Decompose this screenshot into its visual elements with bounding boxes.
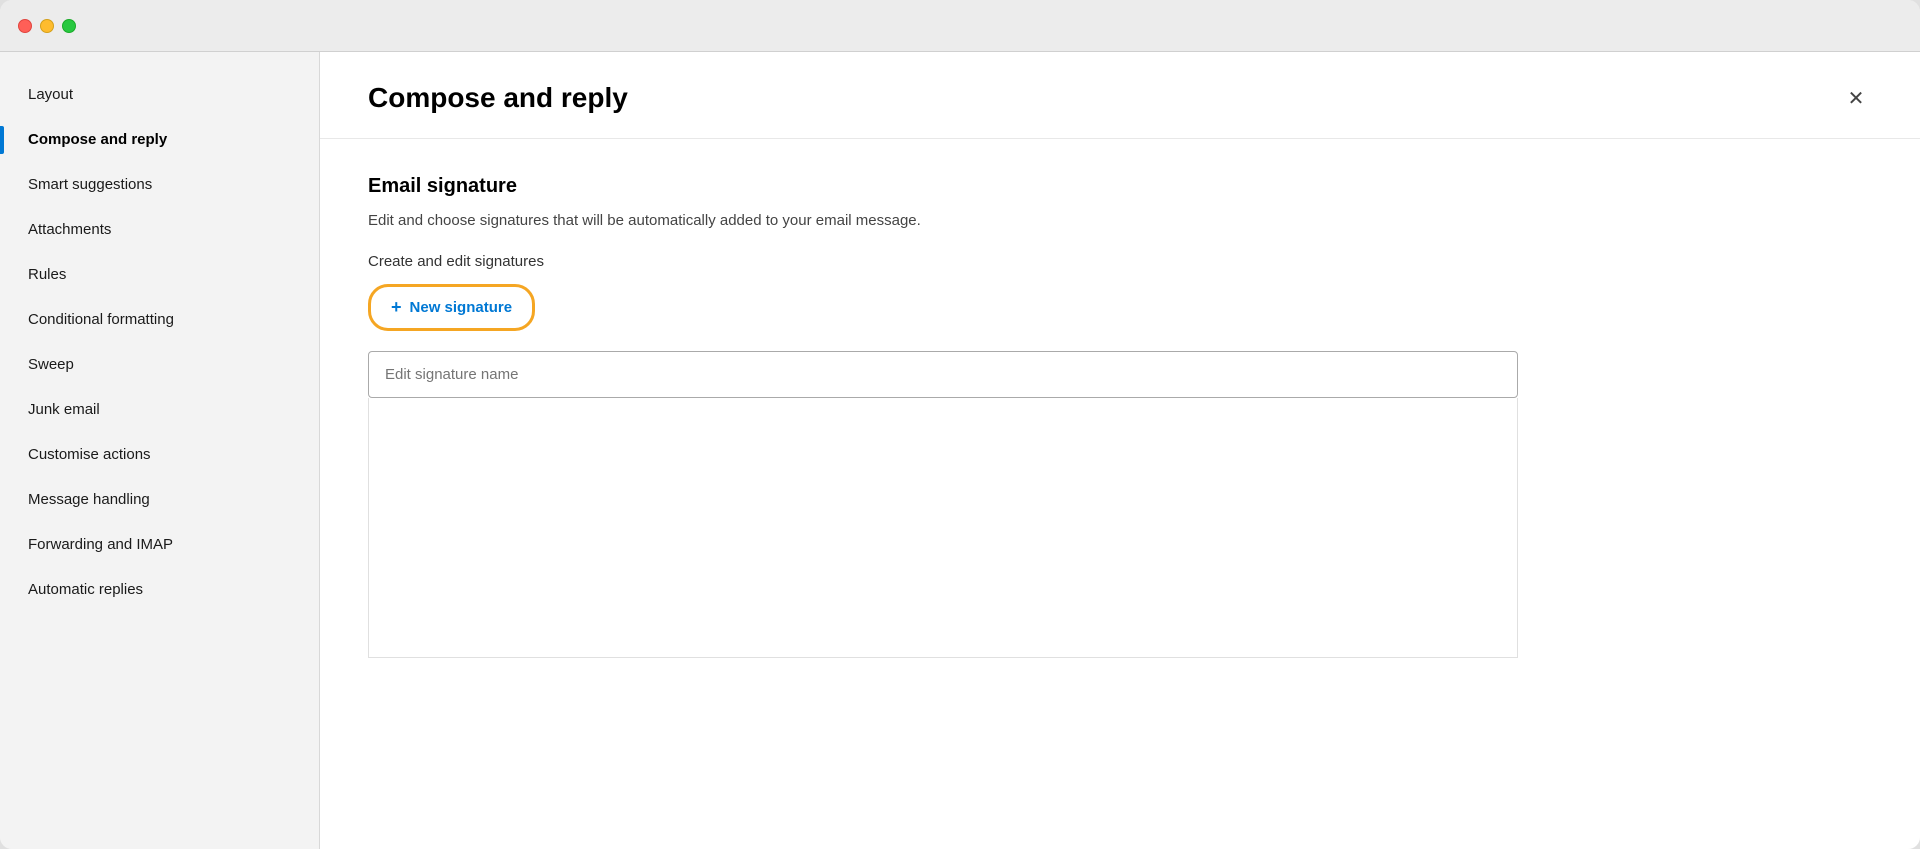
content-area: Email signature Edit and choose signatur… [320,139,1920,694]
sidebar-item-forwarding-and-imap-label: Forwarding and IMAP [28,536,173,553]
close-icon: ✕ [1848,86,1865,111]
plus-icon: + [391,297,402,318]
sidebar-item-attachments[interactable]: Attachments [0,207,319,252]
sidebar-item-automatic-replies[interactable]: Automatic replies [0,567,319,612]
subsection-label: Create and edit signatures [368,253,1872,270]
signature-body-editor[interactable] [368,398,1518,658]
page-title: Compose and reply [368,82,628,114]
section-title: Email signature [368,175,1872,198]
sidebar-item-message-handling[interactable]: Message handling [0,477,319,522]
close-button[interactable]: ✕ [1840,82,1872,114]
sidebar-item-message-handling-label: Message handling [28,491,150,508]
sidebar-item-layout[interactable]: Layout [0,72,319,117]
sidebar-item-compose-and-reply[interactable]: Compose and reply [0,117,319,162]
sidebar-item-rules-label: Rules [28,266,66,283]
sidebar-item-rules[interactable]: Rules [0,252,319,297]
sidebar-item-junk-email-label: Junk email [28,401,100,418]
fullscreen-traffic-light[interactable] [62,19,76,33]
app-window: Layout Compose and reply Smart suggestio… [0,0,1920,849]
sidebar-item-conditional-formatting-label: Conditional formatting [28,311,174,328]
sidebar: Layout Compose and reply Smart suggestio… [0,52,320,849]
sidebar-item-compose-and-reply-label: Compose and reply [28,131,167,148]
new-signature-button[interactable]: + New signature [368,284,535,331]
traffic-lights [18,19,76,33]
minimize-traffic-light[interactable] [40,19,54,33]
sidebar-item-sweep[interactable]: Sweep [0,342,319,387]
title-bar [0,0,1920,52]
sidebar-item-attachments-label: Attachments [28,221,111,238]
sidebar-item-layout-label: Layout [28,86,73,103]
close-traffic-light[interactable] [18,19,32,33]
sidebar-item-sweep-label: Sweep [28,356,74,373]
sidebar-item-forwarding-and-imap[interactable]: Forwarding and IMAP [0,522,319,567]
sidebar-item-junk-email[interactable]: Junk email [0,387,319,432]
sidebar-item-conditional-formatting[interactable]: Conditional formatting [0,297,319,342]
section-description: Edit and choose signatures that will be … [368,212,1872,229]
sidebar-item-smart-suggestions[interactable]: Smart suggestions [0,162,319,207]
signature-name-field-wrapper [368,351,1872,398]
main-header: Compose and reply ✕ [320,52,1920,139]
new-signature-label: New signature [410,299,513,316]
sidebar-item-smart-suggestions-label: Smart suggestions [28,176,152,193]
window-content: Layout Compose and reply Smart suggestio… [0,52,1920,849]
sidebar-item-customise-actions-label: Customise actions [28,446,151,463]
signature-name-input[interactable] [368,351,1518,398]
sidebar-item-customise-actions[interactable]: Customise actions [0,432,319,477]
sidebar-item-automatic-replies-label: Automatic replies [28,581,143,598]
main-content: Compose and reply ✕ Email signature Edit… [320,52,1920,849]
